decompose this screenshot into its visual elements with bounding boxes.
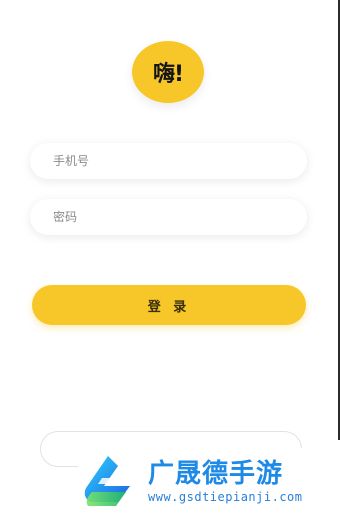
watermark: 广晟德手游 www.gsdtiepianji.com xyxy=(78,448,341,516)
password-field[interactable] xyxy=(30,199,307,235)
screen-edge-divider xyxy=(338,0,340,440)
phone-field[interactable] xyxy=(30,143,307,179)
login-button[interactable]: 登 录 xyxy=(32,285,306,325)
watermark-title: 广晟德手游 xyxy=(148,459,284,489)
watermark-url: www.gsdtiepianji.com xyxy=(148,490,303,504)
phone-input[interactable] xyxy=(30,143,307,179)
password-input[interactable] xyxy=(30,199,307,235)
app-logo: 嗨! xyxy=(132,41,204,103)
app-logo-text: 嗨! xyxy=(152,62,184,87)
watermark-logo-icon xyxy=(84,456,130,506)
